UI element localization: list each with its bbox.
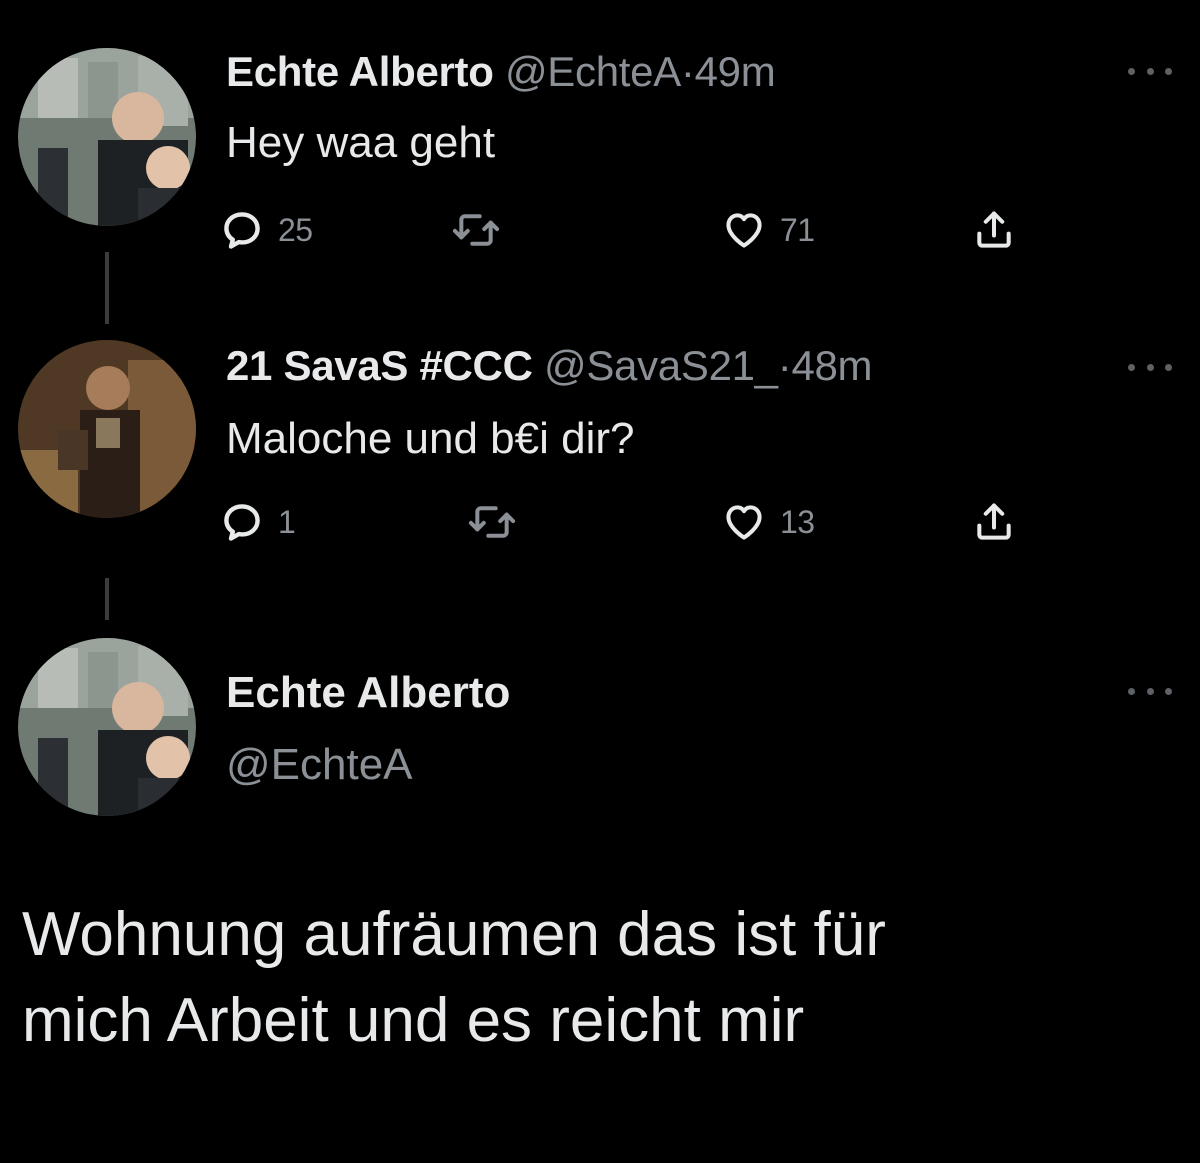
reply-icon [224, 212, 260, 249]
retweet-icon [452, 214, 500, 246]
more-dot [1146, 687, 1154, 695]
like-button[interactable]: 13 [722, 492, 815, 552]
retweet-button[interactable] [452, 200, 514, 260]
user-handle[interactable]: @EchteA [505, 48, 681, 95]
more-dot [1146, 363, 1154, 371]
timestamp[interactable]: 49m [695, 48, 776, 95]
avatar-photo [18, 48, 196, 226]
tweet-text: Maloche und b€i dir? [226, 414, 635, 463]
separator-dot: · [680, 48, 695, 95]
display-name[interactable]: 21 SavaS #CCC [226, 342, 533, 389]
user-handle[interactable]: @SavaS21_ [544, 342, 778, 389]
reply-icon [224, 504, 260, 541]
reply-button[interactable]: 1 [220, 492, 296, 552]
share-button[interactable] [972, 200, 1016, 260]
heart-icon [726, 213, 762, 248]
author-block: Echte Alberto @EchteA [226, 668, 510, 790]
heart-icon [726, 505, 762, 540]
tweet-text: Hey waa geht [226, 118, 496, 167]
user-handle[interactable]: @EchteA [226, 740, 510, 790]
more-options-icon [1128, 687, 1135, 695]
avatar[interactable] [18, 340, 196, 518]
separator-dot: · [777, 342, 792, 389]
main-tweet-text-line: mich Arbeit und es reicht mir [22, 986, 805, 1055]
tweet-header: Echte Alberto @EchteA·49m [226, 48, 776, 96]
reply-count: 25 [278, 211, 313, 248]
avatar[interactable] [18, 638, 196, 816]
thread-connector [105, 252, 109, 324]
main-tweet-text: Wohnung aufräumen das ist für mich Arbei… [22, 892, 1182, 1064]
retweet-button[interactable] [468, 492, 530, 552]
tweet-actions: 1 13 [220, 492, 1040, 552]
more-dot [1146, 67, 1154, 75]
reply-button[interactable]: 25 [220, 200, 313, 260]
share-button[interactable] [972, 492, 1016, 552]
reply-count: 1 [278, 503, 296, 540]
more-options-button[interactable] [1128, 360, 1172, 374]
timestamp[interactable]: 48m [791, 342, 872, 389]
avatar-photo [18, 340, 196, 518]
display-name[interactable]: Echte Alberto [226, 48, 494, 95]
retweet-icon [468, 506, 516, 538]
avatar-photo [18, 638, 196, 816]
thread-connector [105, 578, 109, 620]
more-options-button[interactable] [1128, 684, 1172, 698]
more-options-icon [1128, 363, 1135, 371]
tweet-header: 21 SavaS #CCC @SavaS21_·48m [226, 342, 873, 390]
share-icon [977, 211, 1011, 248]
like-count: 13 [780, 503, 815, 540]
more-dot [1165, 363, 1172, 371]
like-count: 71 [780, 211, 815, 248]
more-dot [1165, 687, 1172, 695]
main-tweet-text-line: Wohnung aufräumen das ist für [22, 900, 886, 969]
more-dot [1165, 67, 1172, 75]
more-options-button[interactable] [1128, 64, 1172, 78]
share-icon [977, 503, 1011, 540]
more-options-icon [1128, 67, 1135, 75]
display-name[interactable]: Echte Alberto [226, 668, 510, 718]
avatar[interactable] [18, 48, 196, 226]
like-button[interactable]: 71 [722, 200, 815, 260]
tweet-actions: 25 71 [220, 200, 1040, 260]
